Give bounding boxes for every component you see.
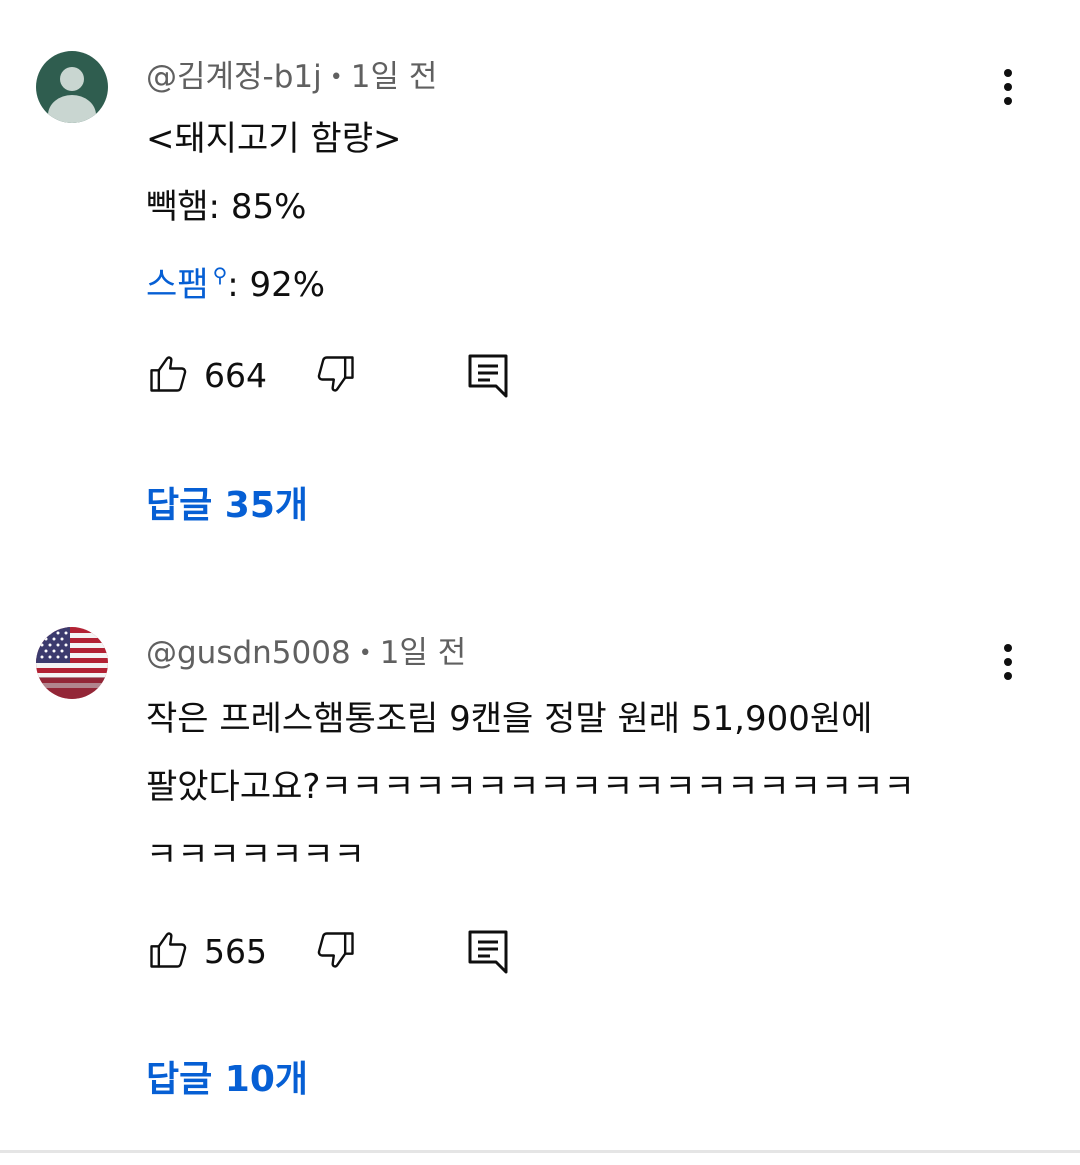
avatar[interactable]: [36, 627, 108, 699]
thumbs-up-icon: [150, 932, 187, 968]
comment-line: <돼지고기 함량>: [146, 119, 402, 159]
comment-line: 빽햄: 85%: [146, 187, 307, 227]
magnifier-icon: ⚲: [212, 263, 228, 287]
like-button[interactable]: [146, 928, 190, 972]
comment-line: ㅋㅋㅋㅋㅋㅋㅋ: [146, 835, 365, 875]
comment-line: 팔았다고요?ㅋㅋㅋㅋㅋㅋㅋㅋㅋㅋㅋㅋㅋㅋㅋㅋㅋㅋㅋ: [146, 767, 915, 807]
separator-dot: •: [358, 641, 372, 666]
search-term-suffix: : 92%: [227, 265, 326, 305]
comment-item: @김계정-b1j • 1일 전 <돼지고기 함량> 빽햄: 85% 스팸 ⚲: 92%…: [0, 0, 1080, 575]
comment-time[interactable]: 1일 전: [351, 59, 438, 95]
replies-toggle[interactable]: 답글 10개: [146, 1056, 308, 1104]
comment-header: @gusdn5008 • 1일 전: [146, 633, 466, 674]
search-link[interactable]: 스팸 ⚲: [146, 263, 228, 305]
comment-text: 작은 프레스햄통조림 9캔을 정말 원래 51,900원에 팔았다고요?ㅋㅋㅋㅋ…: [146, 685, 1026, 889]
comment-time[interactable]: 1일 전: [380, 635, 467, 671]
replies-toggle[interactable]: 답글 35개: [146, 482, 308, 530]
us-flag-avatar-icon: [36, 627, 108, 699]
author-name[interactable]: @gusdn5008: [146, 635, 351, 671]
dislike-button[interactable]: [314, 352, 358, 396]
divider: [0, 1150, 1080, 1153]
thumbs-down-icon: [317, 932, 354, 968]
thumbs-down-icon: [317, 356, 354, 392]
comment-text: <돼지고기 함량> 빽햄: 85% 스팸 ⚲: 92%: [146, 105, 1026, 319]
dislike-button[interactable]: [314, 928, 358, 972]
more-vert-icon[interactable]: [990, 63, 1026, 111]
separator-dot: •: [329, 65, 343, 90]
person-icon: [60, 67, 84, 91]
reply-comment-icon: [468, 354, 508, 398]
avatar[interactable]: [36, 51, 108, 123]
comment-header: @김계정-b1j • 1일 전: [146, 57, 437, 98]
reply-button[interactable]: [466, 928, 510, 976]
comment-line: 작은 프레스햄통조림 9캔을 정말 원래 51,900원에: [146, 699, 873, 739]
like-button[interactable]: [146, 352, 190, 396]
more-vert-icon[interactable]: [990, 638, 1026, 686]
like-count: 664: [204, 356, 267, 395]
comment-item: @gusdn5008 • 1일 전 작은 프레스햄통조림 9캔을 정말 원래 51,…: [0, 575, 1080, 1150]
reply-button[interactable]: [466, 352, 510, 400]
thumbs-up-icon: [150, 356, 187, 392]
reply-comment-icon: [468, 930, 508, 974]
like-count: 565: [204, 932, 267, 971]
comment-line: 스팸 ⚲: 92%: [146, 241, 1026, 319]
author-name[interactable]: @김계정-b1j: [146, 59, 322, 95]
search-term[interactable]: 스팸: [146, 265, 209, 305]
